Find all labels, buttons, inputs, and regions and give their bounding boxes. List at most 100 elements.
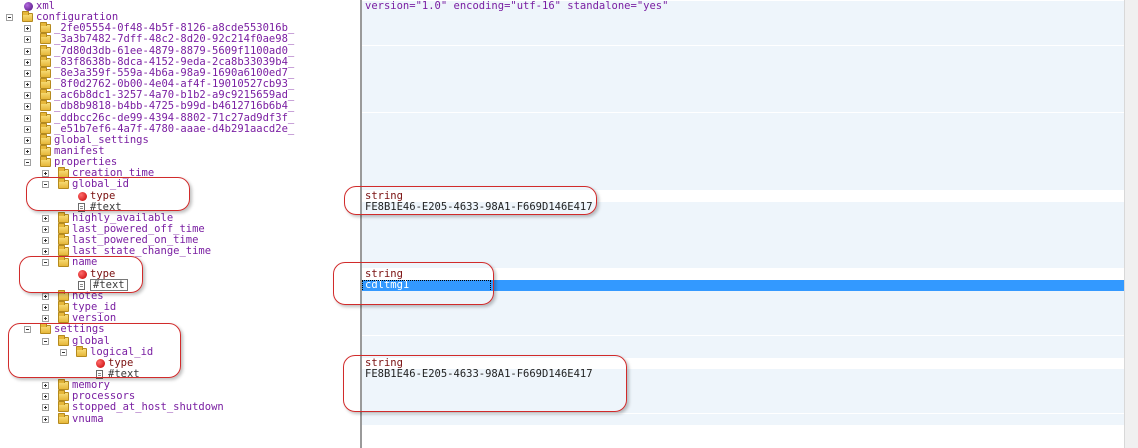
expand-icon[interactable] (42, 304, 49, 312)
value-row[interactable] (362, 235, 1124, 247)
value-row[interactable] (362, 145, 1124, 157)
value-row[interactable] (362, 23, 1124, 35)
value-row[interactable] (362, 246, 1124, 258)
value-row[interactable] (362, 123, 1124, 135)
folder-icon (58, 401, 69, 413)
folder-icon (22, 11, 33, 23)
expand-icon[interactable] (42, 237, 49, 245)
folder-icon (40, 89, 51, 101)
expand-icon[interactable] (42, 226, 49, 233)
expand-icon[interactable] (42, 404, 49, 412)
value-row[interactable] (362, 224, 1124, 235)
value-row[interactable] (362, 45, 1124, 57)
value-row[interactable] (362, 313, 1124, 325)
annotation-highlight (8, 323, 181, 378)
value-row[interactable] (362, 168, 1124, 180)
value-row[interactable] (362, 134, 1124, 146)
annotation-highlight (344, 186, 597, 215)
expand-icon[interactable] (24, 58, 31, 66)
expand-icon[interactable] (24, 114, 31, 122)
expand-icon[interactable] (24, 92, 31, 100)
vertical-scrollbar[interactable] (1124, 0, 1138, 448)
annotation-highlight (333, 262, 494, 305)
folder-icon (58, 223, 69, 234)
value-row[interactable] (362, 12, 1124, 24)
collapse-icon[interactable] (24, 159, 31, 167)
folder-icon (40, 111, 51, 123)
value-row[interactable] (362, 112, 1124, 124)
value-cell: version="1.0" encoding="utf-16" standalo… (365, 0, 669, 12)
expand-icon[interactable] (24, 147, 31, 155)
tree-node[interactable]: _e51b7ef6-4a7f-4780-aaae-d4b291aacd2e_ (0, 122, 360, 135)
expand-icon[interactable] (42, 214, 49, 222)
folder-icon (40, 55, 51, 67)
value-row[interactable] (362, 90, 1124, 102)
folder-icon (58, 301, 69, 313)
folder-icon (40, 22, 51, 34)
tree-node-label: _db8b9818-b4bb-4725-b99d-b4612716b6b4_ (54, 100, 295, 113)
value-row[interactable] (362, 324, 1124, 336)
folder-icon (40, 44, 51, 56)
value-row[interactable] (362, 67, 1124, 79)
tree-node[interactable]: _ddbcc26c-de99-4394-8802-71c27ad9df3f_ (0, 111, 360, 124)
processing-instruction-icon (24, 2, 33, 11)
value-row[interactable] (362, 335, 1124, 347)
expand-icon[interactable] (24, 36, 31, 44)
expand-icon[interactable] (24, 125, 31, 133)
folder-icon (58, 390, 69, 402)
folder-icon (40, 156, 51, 168)
tree-node[interactable]: stopped_at_host_shutdown (0, 401, 360, 414)
tree-node-label: vnuma (72, 412, 104, 425)
folder-icon (40, 78, 51, 90)
tree-node-label: _ddbcc26c-de99-4394-8802-71c27ad9df3f_ (54, 111, 295, 124)
tree-node[interactable]: properties (0, 156, 360, 168)
expand-icon[interactable] (24, 103, 31, 111)
tree-node-label: _3a3b7482-7dff-48c2-8d20-92c214f0ae98_ (54, 33, 295, 46)
tree-node[interactable]: _db8b9818-b4bb-4725-b99d-b4612716b6b4_ (0, 100, 360, 113)
value-row[interactable] (362, 34, 1124, 46)
tree-node-label: stopped_at_host_shutdown (72, 401, 224, 414)
folder-icon (58, 234, 69, 246)
expand-icon[interactable] (42, 393, 49, 401)
expand-icon[interactable] (42, 292, 49, 300)
expand-icon[interactable] (42, 382, 49, 390)
collapse-icon[interactable] (6, 14, 13, 22)
folder-icon (40, 33, 51, 45)
folder-icon (40, 122, 51, 134)
value-row[interactable]: version="1.0" encoding="utf-16" standalo… (362, 1, 1124, 12)
tree-node[interactable]: _7d80d3db-61ee-4879-8879-5609f1100ad0_ (0, 44, 360, 57)
value-row[interactable] (362, 413, 1124, 425)
tree-node[interactable]: type_id (0, 301, 360, 313)
expand-icon[interactable] (24, 25, 31, 33)
value-row[interactable] (362, 101, 1124, 113)
tree-node[interactable]: memory (0, 379, 360, 391)
folder-icon (58, 379, 69, 391)
value-row[interactable] (362, 157, 1124, 169)
folder-icon (58, 245, 69, 257)
annotation-highlight (343, 355, 627, 412)
annotation-highlight (19, 256, 143, 293)
expand-icon[interactable] (24, 69, 31, 77)
value-row[interactable] (362, 56, 1124, 68)
tree-node[interactable]: vnuma (0, 412, 360, 425)
tree-node-label: _e51b7ef6-4a7f-4780-aaae-d4b291aacd2e_ (54, 122, 295, 135)
folder-icon (40, 100, 51, 112)
xml-tree-pane[interactable]: xml configuration _2fe05554-0f48-4b5f-8126… (0, 0, 360, 448)
folder-icon (58, 211, 69, 223)
tree-node[interactable]: _3a3b7482-7dff-48c2-8d20-92c214f0ae98_ (0, 33, 360, 46)
expand-icon[interactable] (42, 315, 49, 323)
tree-node-label: _7d80d3db-61ee-4879-8879-5609f1100ad0_ (54, 44, 295, 57)
folder-icon (40, 144, 51, 156)
annotation-highlight (26, 177, 190, 211)
folder-icon (58, 312, 69, 324)
expand-icon[interactable] (42, 248, 49, 256)
folder-icon (40, 66, 51, 78)
folder-icon (40, 133, 51, 145)
expand-icon[interactable] (24, 47, 31, 55)
expand-icon[interactable] (42, 415, 49, 423)
folder-icon (58, 289, 69, 301)
expand-icon[interactable] (24, 136, 31, 144)
folder-icon (58, 412, 69, 424)
expand-icon[interactable] (24, 81, 31, 89)
value-row[interactable] (362, 79, 1124, 91)
